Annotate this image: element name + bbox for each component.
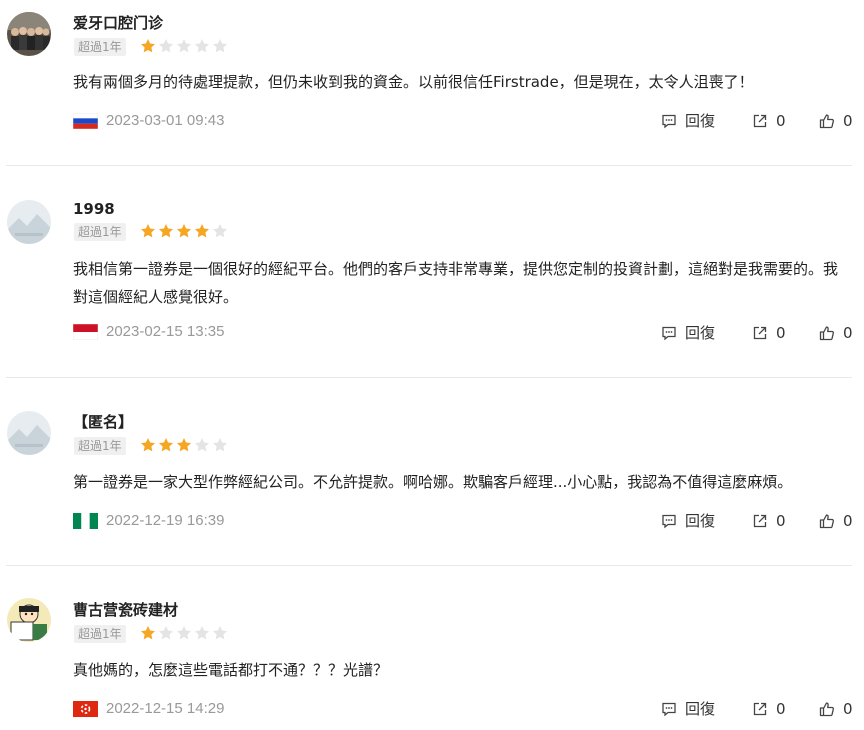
comment-icon <box>662 514 676 529</box>
reply-button[interactable]: 回復 <box>661 323 715 343</box>
divider <box>6 565 852 566</box>
user-avatar[interactable] <box>7 12 51 56</box>
reply-button[interactable]: 回復 <box>661 111 715 131</box>
star-empty-icon <box>213 438 227 452</box>
reply-label: 回復 <box>685 112 716 130</box>
review-date: 2022-12-15 14:29 <box>106 700 225 717</box>
star-empty-icon <box>177 626 191 640</box>
like-count: 0 <box>843 324 853 342</box>
star-filled-icon <box>159 224 173 238</box>
share-count: 0 <box>776 700 786 718</box>
reply-button[interactable]: 回復 <box>661 511 715 531</box>
review-text: 第一證券是一家大型作弊經紀公司。不允許提款。啊哈娜。欺騙客戶經理...小心點，我… <box>73 473 793 491</box>
star-filled-icon <box>141 626 155 640</box>
star-filled-icon <box>141 438 155 452</box>
share-icon <box>753 514 767 528</box>
indonesia-flag-icon <box>73 324 98 340</box>
tenure-badge: 超過1年 <box>74 223 126 241</box>
share-icon <box>753 702 767 716</box>
share-icon <box>753 114 767 128</box>
reply-label: 回復 <box>685 324 716 342</box>
star-filled-icon <box>177 224 191 238</box>
tenure-badge: 超過1年 <box>74 437 126 455</box>
review-date: 2023-03-01 09:43 <box>106 112 225 129</box>
reply-label: 回復 <box>685 512 716 530</box>
user-name[interactable]: 1998 <box>73 199 115 219</box>
review-date: 2022-12-19 16:39 <box>106 512 225 529</box>
star-filled-icon <box>141 39 155 53</box>
share-button[interactable]: 0 <box>752 111 786 131</box>
tenure-badge: 超過1年 <box>74 625 126 643</box>
reply-label: 回復 <box>685 700 716 718</box>
thumbs-up-icon <box>819 702 834 717</box>
share-button[interactable]: 0 <box>752 699 786 719</box>
comment-icon <box>662 702 676 717</box>
star-empty-icon <box>159 626 173 640</box>
tenure-badge: 超過1年 <box>74 38 126 56</box>
hong-kong-flag-icon <box>73 701 98 717</box>
share-count: 0 <box>776 324 786 342</box>
like-button[interactable]: 0 <box>819 511 853 531</box>
user-name[interactable]: 爱牙口腔门诊 <box>73 13 163 33</box>
like-button[interactable]: 0 <box>819 111 853 131</box>
nigeria-flag-icon <box>73 513 98 529</box>
user-name[interactable]: 曹古营瓷砖建材 <box>73 600 178 620</box>
user-avatar[interactable] <box>7 200 51 244</box>
review-text: 真他媽的，怎麼這些電話都打不通？？？光譜？ <box>73 661 389 679</box>
rating-stars <box>140 223 228 239</box>
russia-flag-icon <box>73 113 98 129</box>
rating-stars <box>140 625 228 641</box>
star-empty-icon <box>213 626 227 640</box>
star-empty-icon <box>195 39 209 53</box>
like-button[interactable]: 0 <box>819 699 853 719</box>
share-count: 0 <box>776 512 786 530</box>
like-count: 0 <box>843 700 853 718</box>
thumbs-up-icon <box>819 326 834 341</box>
reply-button[interactable]: 回復 <box>661 699 715 719</box>
comment-icon <box>662 114 676 129</box>
like-button[interactable]: 0 <box>819 323 853 343</box>
share-button[interactable]: 0 <box>752 511 786 531</box>
like-count: 0 <box>843 112 853 130</box>
comment-icon <box>662 326 676 341</box>
star-empty-icon <box>159 39 173 53</box>
thumbs-up-icon <box>819 114 834 129</box>
share-button[interactable]: 0 <box>752 323 786 343</box>
star-empty-icon <box>213 39 227 53</box>
star-filled-icon <box>195 224 209 238</box>
review-date: 2023-02-15 13:35 <box>106 323 225 340</box>
share-count: 0 <box>776 112 786 130</box>
star-empty-icon <box>177 39 191 53</box>
star-empty-icon <box>195 438 209 452</box>
user-name[interactable]: 【匿名】 <box>73 412 133 432</box>
rating-stars <box>140 38 228 54</box>
rating-stars <box>140 437 228 453</box>
review-text: 我有兩個多月的待處理提款，但仍未收到我的資金。以前很信任Firstrade，但是… <box>73 73 754 91</box>
like-count: 0 <box>843 512 853 530</box>
star-filled-icon <box>159 438 173 452</box>
star-empty-icon <box>195 626 209 640</box>
thumbs-up-icon <box>819 514 834 529</box>
user-avatar[interactable] <box>7 598 51 642</box>
star-empty-icon <box>213 224 227 238</box>
divider <box>6 165 852 166</box>
star-filled-icon <box>141 224 155 238</box>
user-avatar[interactable] <box>7 411 51 455</box>
share-icon <box>753 326 767 340</box>
star-filled-icon <box>177 438 191 452</box>
divider <box>6 377 852 378</box>
review-text: 我相信第一證券是一個很好的經紀平台。他們的客戶支持非常專業，提供您定制的投資計劃… <box>73 260 839 306</box>
